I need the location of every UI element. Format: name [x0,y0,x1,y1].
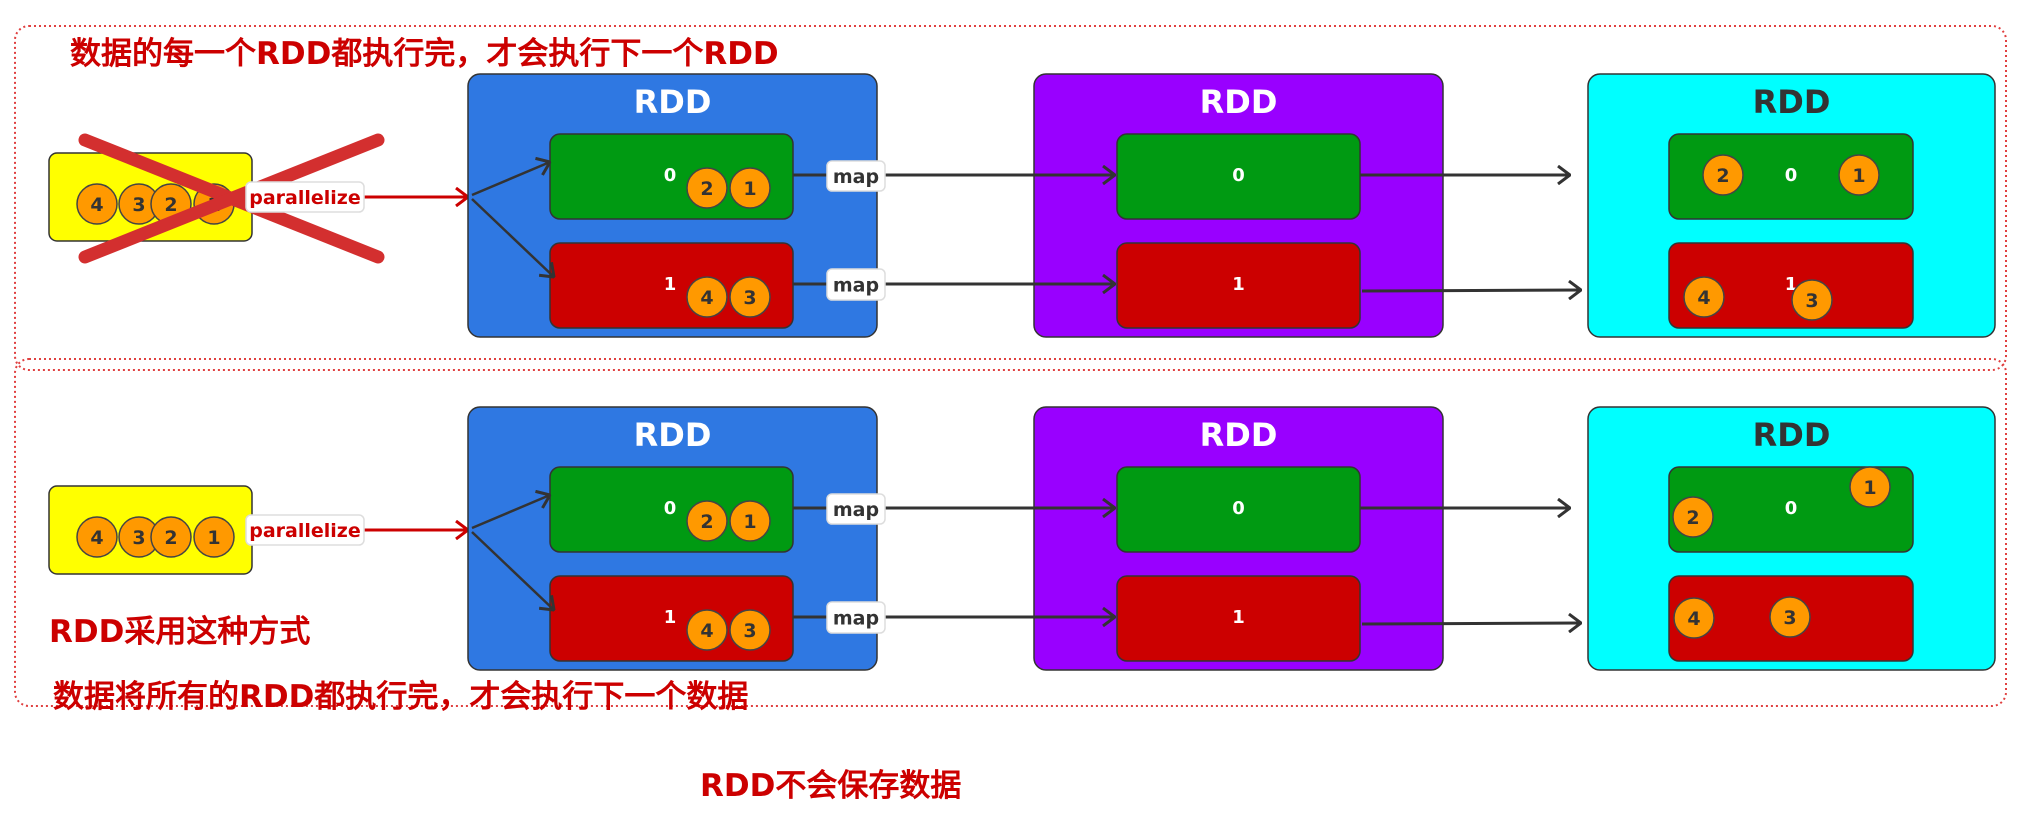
map-label-0: map [826,493,886,525]
partition-0: 0 2 1 [549,466,794,553]
partition-0: 0 [1116,466,1361,553]
element-label: 2 [700,511,713,533]
element-label: 4 [700,620,713,642]
partition-1: 1 4 3 [549,242,794,329]
partition-1: 1 [1116,242,1361,329]
map-label-1-text: map [833,275,879,297]
data-element: 2 [1672,496,1714,538]
partition-1: 143 [1668,575,1914,662]
forward-arrow-1 [1361,290,1581,291]
partition-label: 0 [664,165,677,186]
rdd-box-3: RDD 0 2 11 4 3 [1587,73,1996,338]
element-label: 1 [1852,165,1865,187]
element-label: 3 [743,620,756,642]
parallelize-label-text: parallelize [249,187,361,209]
rdd-box-2: RDD 0 1 [1033,73,1444,338]
footer-note: RDD不会保存数据 [700,768,962,804]
data-element: 1 [729,500,771,542]
element-label: 4 [90,194,103,216]
data-element: 2 [686,167,728,209]
data-element: 4 [686,276,728,318]
rdd-box-3: RDD 0 2 11 4 3 [1587,406,1996,671]
element-label: 3 [132,527,145,549]
data-element: 3 [729,276,771,318]
data-element: 1 [1838,154,1880,196]
element-label: 3 [132,194,145,216]
element-label: 1 [743,178,756,200]
map-label-0-text: map [833,166,879,188]
rdd-box-2: RDD 0 1 [1033,406,1444,671]
element-label: 2 [1686,507,1699,529]
element-label: 2 [164,527,177,549]
element-label: 2 [1716,165,1729,187]
partition-1: 1 4 3 [549,575,794,662]
partition-label: 1 [664,607,677,628]
parallelize-label-text: parallelize [249,520,361,542]
data-element: 1 [729,167,771,209]
map-label-1-text: map [833,608,879,630]
data-element: 3 [729,609,771,651]
map-label-1: map [826,268,886,301]
partition-1: 143 [1668,242,1914,329]
rdd-title: RDD [1753,83,1831,121]
partition-0: 0 2 1 [1668,133,1914,220]
data-element: 4 [686,609,728,651]
parallelize-label: parallelize [245,181,365,213]
top-heading: 数据的每一个RDD都执行完，才会执行下一个RDD [70,36,779,72]
partition-label: 0 [1785,165,1798,186]
map-label-0-text: map [833,499,879,521]
partition-label: 1 [664,274,677,295]
data-element: 2 [686,500,728,542]
rdd-title: RDD [634,416,712,454]
data-element: 2 [150,516,192,558]
partition-label: 0 [1785,498,1798,519]
rdd-way-note: RDD采用这种方式 [49,614,311,650]
data-element: 3 [1769,596,1811,638]
element-label: 4 [90,527,103,549]
map-label-0: map [826,160,886,192]
data-element: 1 [193,516,235,558]
element-label: 1 [1863,477,1876,499]
element-label: 3 [1783,607,1796,629]
element-label: 1 [743,511,756,533]
data-element: 3 [1791,279,1833,321]
element-label: 3 [1805,290,1818,312]
partition-0: 0 [1116,133,1361,220]
rdd-title: RDD [634,83,712,121]
element-label: 3 [743,287,756,309]
data-element: 2 [1702,154,1744,196]
bottom-heading: 数据将所有的RDD都执行完，才会执行下一个数据 [53,679,749,715]
partition-label: 1 [1232,607,1245,628]
element-label: 2 [164,194,177,216]
data-element: 4 [1683,276,1725,318]
partition-label: 0 [1232,498,1245,519]
element-label: 1 [207,527,220,549]
partition-label: 0 [664,498,677,519]
data-element: 1 [1849,466,1891,508]
forward-arrow-1 [1361,623,1581,624]
partition-1: 1 [1116,575,1361,662]
data-element: 4 [76,516,118,558]
partition-0: 0 2 1 [549,133,794,220]
rdd-box-1: RDD 0 2 1 1 4 3 [467,73,878,338]
rdd-title: RDD [1753,416,1831,454]
map-label-1: map [826,601,886,634]
partition-label: 0 [1232,165,1245,186]
rdd-title: RDD [1200,416,1278,454]
element-label: 4 [700,287,713,309]
rdd-box-1: RDD 0 2 1 1 4 3 [467,406,878,671]
data-element: 4 [76,183,118,225]
partition-label: 1 [1232,274,1245,295]
parallelize-label: parallelize [245,514,365,546]
partition-0: 0 2 1 [1668,466,1914,553]
element-label: 4 [1687,608,1700,630]
element-label: 2 [700,178,713,200]
data-element: 4 [1673,597,1715,639]
element-label: 4 [1697,287,1710,309]
rdd-title: RDD [1200,83,1278,121]
